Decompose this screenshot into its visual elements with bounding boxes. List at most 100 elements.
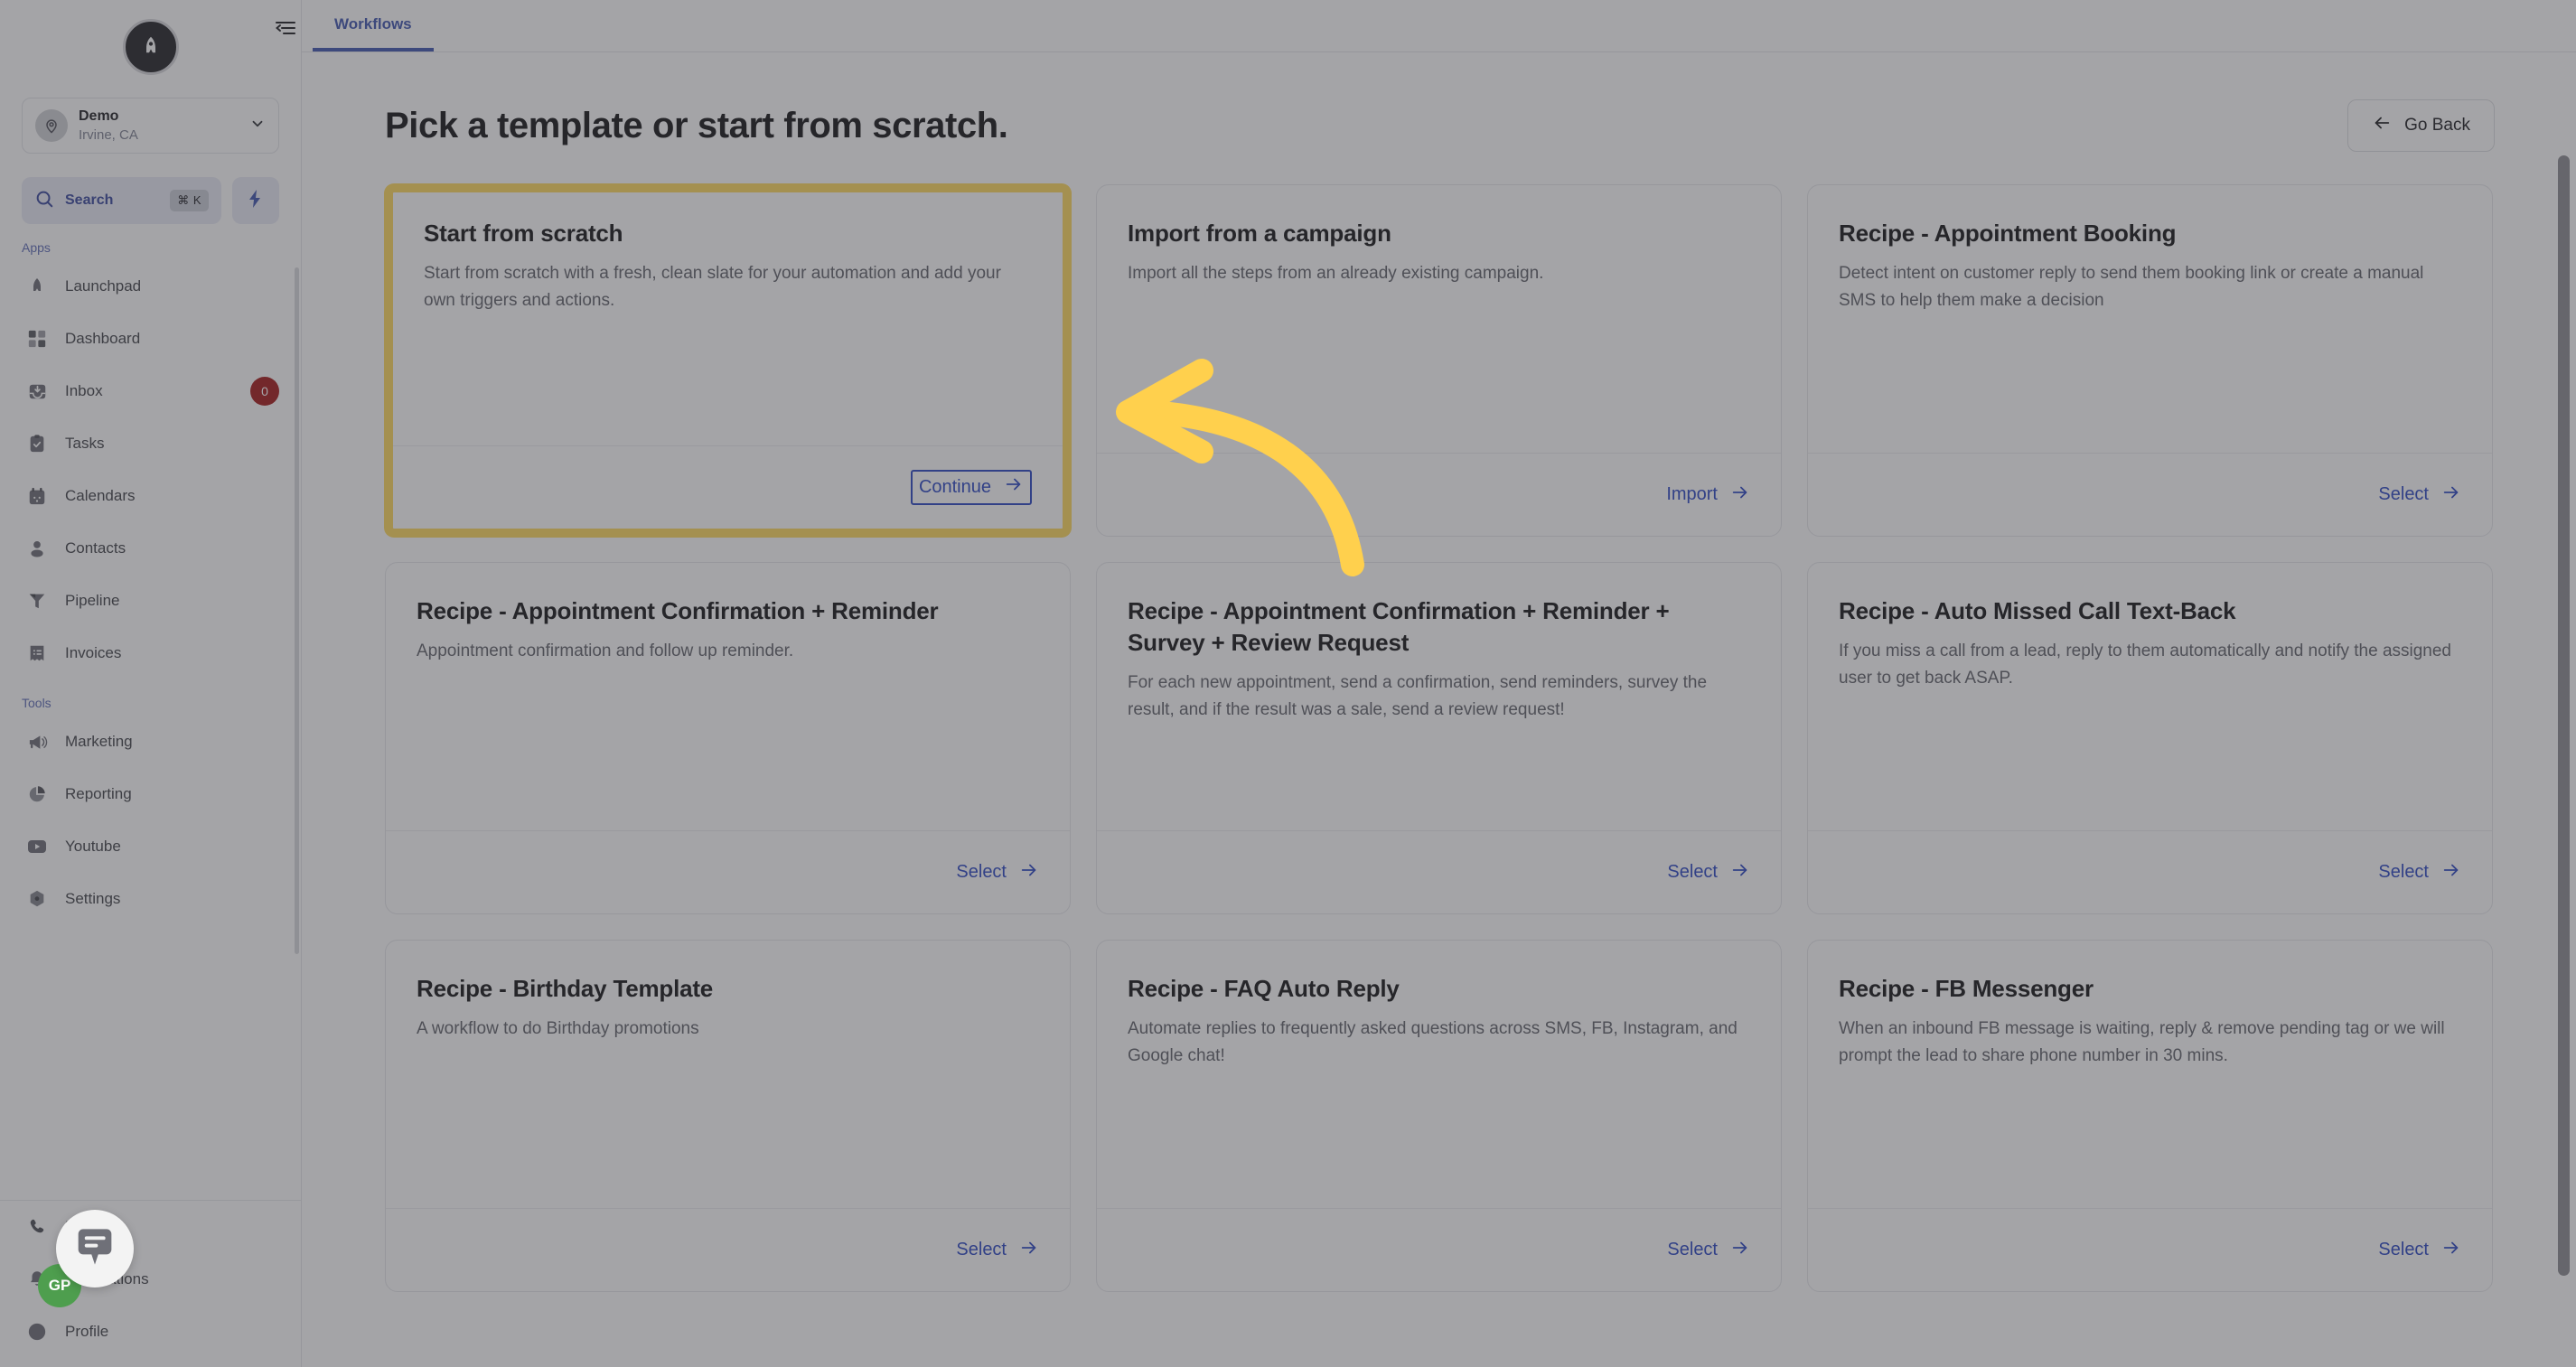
- card-body: Recipe - Appointment Confirmation + Remi…: [1097, 563, 1781, 830]
- card-description: Automate replies to frequently asked que…: [1128, 1019, 1738, 1065]
- sidebar-item-label: Launchpad: [65, 277, 142, 295]
- arrow-right-icon: [1730, 860, 1750, 885]
- card-body: Import from a campaign Import all the st…: [1097, 185, 1781, 453]
- card-title: Recipe - FAQ Auto Reply: [1128, 975, 1400, 1002]
- sidebar-item-reporting[interactable]: Reporting: [0, 768, 301, 820]
- card-description: Import all the steps from an already exi…: [1128, 264, 1544, 284]
- sidebar-item-calendars[interactable]: Calendars: [0, 470, 301, 522]
- arrow-right-icon: [1019, 860, 1039, 885]
- select-button[interactable]: Select: [956, 1238, 1039, 1263]
- chat-bubble-icon: [72, 1224, 117, 1274]
- main-scrollbar[interactable]: [2556, 112, 2571, 1359]
- search-icon: [34, 189, 54, 213]
- sidebar-item-settings[interactable]: Settings: [0, 873, 301, 925]
- card-footer: Select: [1808, 1208, 2492, 1291]
- template-card-import-from-campaign[interactable]: Import from a campaign Import all the st…: [1096, 184, 1782, 537]
- sidebar-item-marketing[interactable]: Marketing: [0, 716, 301, 768]
- template-card-appointment-confirmation-reminder[interactable]: Recipe - Appointment Confirmation + Remi…: [385, 562, 1071, 914]
- arrow-right-icon: [1730, 1238, 1750, 1263]
- card-body: Recipe - Auto Missed Call Text-Back If y…: [1808, 563, 2492, 830]
- sidebar: Demo Irvine, CA Search ⌘ K Apps Launchpa…: [0, 0, 302, 1367]
- select-button[interactable]: Select: [1667, 860, 1750, 885]
- grid-squares-icon: [25, 327, 49, 351]
- select-button[interactable]: Select: [1667, 1238, 1750, 1263]
- arrow-right-icon: [1730, 482, 1750, 508]
- search-input[interactable]: Search ⌘ K: [22, 177, 221, 224]
- sidebar-collapse-icon[interactable]: [267, 14, 304, 42]
- rocket-logo-icon: [145, 36, 155, 53]
- select-button[interactable]: Select: [2378, 482, 2461, 508]
- card-title: Start from scratch: [424, 220, 623, 247]
- sidebar-item-label: Youtube: [65, 838, 121, 855]
- card-description: Start from scratch with a fresh, clean s…: [424, 264, 1001, 310]
- template-card-birthday-template[interactable]: Recipe - Birthday Template A workflow to…: [385, 940, 1071, 1292]
- import-button[interactable]: Import: [1666, 482, 1750, 508]
- sidebar-item-profile[interactable]: Profile: [0, 1306, 301, 1358]
- search-row: Search ⌘ K: [22, 177, 279, 224]
- template-card-appointment-booking[interactable]: Recipe - Appointment Booking Detect inte…: [1807, 184, 2493, 537]
- card-description: When an inbound FB message is waiting, r…: [1839, 1019, 2445, 1065]
- sidebar-item-pipeline[interactable]: Pipeline: [0, 575, 301, 627]
- card-action-label: Select: [2378, 862, 2429, 882]
- card-description: Appointment confirmation and follow up r…: [417, 641, 794, 661]
- card-action-label: Select: [2378, 1240, 2429, 1259]
- card-footer: Select: [1097, 830, 1781, 913]
- sidebar-item-label: Profile: [65, 1323, 109, 1340]
- lightning-bolt-icon: [245, 188, 267, 214]
- continue-button[interactable]: Continue: [910, 470, 1032, 505]
- search-shortcut: ⌘ K: [170, 190, 209, 211]
- select-button[interactable]: Select: [2378, 1238, 2461, 1263]
- card-action-label: Continue: [918, 476, 991, 497]
- sidebar-section-tools: Tools: [22, 696, 52, 710]
- youtube-play-icon: [25, 835, 49, 858]
- sidebar-item-inbox[interactable]: Inbox 0: [0, 365, 301, 417]
- card-title: Recipe - Appointment Booking: [1839, 220, 2177, 247]
- sidebar-item-invoices[interactable]: Invoices: [0, 627, 301, 679]
- chat-launcher-button[interactable]: [56, 1210, 134, 1287]
- sidebar-item-label: Inbox: [65, 382, 103, 399]
- location-switcher[interactable]: Demo Irvine, CA: [22, 98, 279, 154]
- template-card-faq-auto-reply[interactable]: Recipe - FAQ Auto Reply Automate replies…: [1096, 940, 1782, 1292]
- go-back-label: Go Back: [2404, 116, 2470, 135]
- card-title: Recipe - Auto Missed Call Text-Back: [1839, 597, 2236, 624]
- sidebar-item-contacts[interactable]: Contacts: [0, 522, 301, 575]
- gear-icon: [25, 887, 49, 911]
- sidebar-item-phone[interactable]: Phone: [0, 1201, 301, 1253]
- card-body: Start from scratch Start from scratch wi…: [393, 192, 1063, 445]
- sidebar-item-tasks[interactable]: Tasks: [0, 417, 301, 470]
- card-title: Recipe - Appointment Confirmation + Remi…: [1128, 597, 1670, 657]
- select-button[interactable]: Select: [2378, 860, 2461, 885]
- pie-chart-icon: [25, 782, 49, 806]
- card-title: Recipe - Birthday Template: [417, 975, 714, 1002]
- page-header: Pick a template or start from scratch. G…: [302, 52, 2576, 152]
- go-back-button[interactable]: Go Back: [2347, 99, 2495, 152]
- sidebar-scrollbar[interactable]: [295, 267, 299, 954]
- select-button[interactable]: Select: [956, 860, 1039, 885]
- card-body: Recipe - Appointment Booking Detect inte…: [1808, 185, 2492, 453]
- card-title: Import from a campaign: [1128, 220, 1391, 247]
- sidebar-item-launchpad[interactable]: Launchpad: [0, 260, 301, 313]
- topbar: Workflows: [302, 0, 2576, 52]
- card-description: If you miss a call from a lead, reply to…: [1839, 641, 2451, 688]
- tab-workflows[interactable]: Workflows: [313, 0, 434, 51]
- card-body: Recipe - FB Messenger When an inbound FB…: [1808, 941, 2492, 1208]
- arrow-right-icon: [1019, 1238, 1039, 1263]
- template-grid: Start from scratch Start from scratch wi…: [302, 152, 2576, 1292]
- location-name: Demo: [79, 108, 119, 125]
- sidebar-item-dashboard[interactable]: Dashboard: [0, 313, 301, 365]
- quick-action-button[interactable]: [232, 177, 279, 224]
- card-description: For each new appointment, send a confirm…: [1128, 673, 1708, 719]
- chevron-down-icon[interactable]: [249, 116, 266, 136]
- sidebar-item-youtube[interactable]: Youtube: [0, 820, 301, 873]
- main-scrollbar-thumb[interactable]: [2558, 155, 2570, 1276]
- brand-logo[interactable]: [122, 19, 179, 75]
- funnel-icon: [25, 589, 49, 613]
- card-footer: Select: [1808, 453, 2492, 536]
- location-pin-icon: [35, 109, 68, 142]
- template-card-start-from-scratch[interactable]: Start from scratch Start from scratch wi…: [385, 184, 1071, 537]
- template-card-auto-missed-call-text-back[interactable]: Recipe - Auto Missed Call Text-Back If y…: [1807, 562, 2493, 914]
- card-body: Recipe - Appointment Confirmation + Remi…: [386, 563, 1070, 830]
- card-action-label: Select: [956, 862, 1007, 882]
- template-card-appointment-confirmation-survey-review[interactable]: Recipe - Appointment Confirmation + Remi…: [1096, 562, 1782, 914]
- template-card-fb-messenger[interactable]: Recipe - FB Messenger When an inbound FB…: [1807, 940, 2493, 1292]
